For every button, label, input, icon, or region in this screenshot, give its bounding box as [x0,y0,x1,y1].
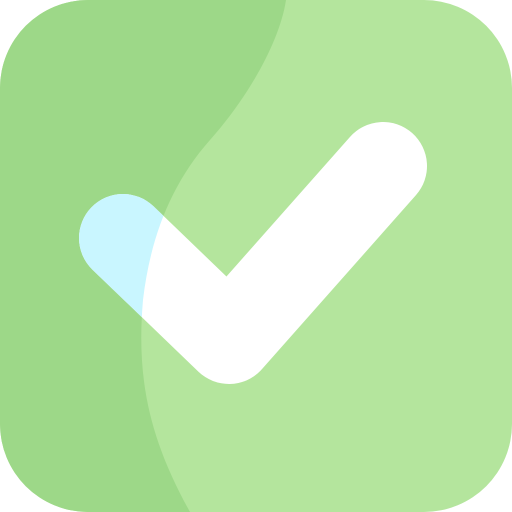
checkmark-icon [0,0,512,512]
checkmark-app-icon [0,0,512,512]
